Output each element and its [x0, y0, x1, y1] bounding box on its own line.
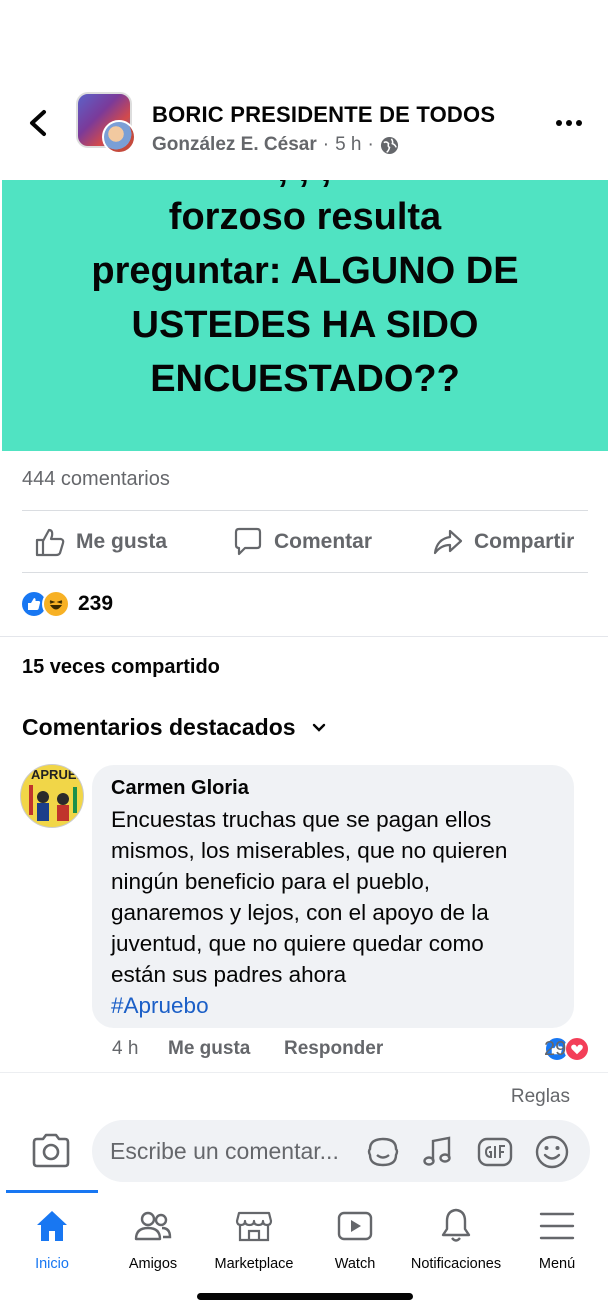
avatar-group[interactable] — [76, 92, 138, 154]
post-text-line: forzoso resulta — [168, 196, 442, 238]
meta-separator: · — [367, 134, 374, 155]
divider — [22, 572, 588, 573]
post-text-line: preguntar: ALGUNO DE — [91, 250, 519, 292]
friends-icon — [134, 1211, 172, 1241]
tab-label: Amigos — [128, 1256, 178, 1272]
comment-text-line: juventud, que no quiere quedar como — [111, 931, 484, 956]
like-button[interactable]: Me gusta — [34, 526, 167, 558]
emoji-icon[interactable] — [533, 1133, 571, 1171]
author-name[interactable]: González E. César — [152, 134, 317, 156]
globe-icon — [380, 136, 398, 154]
music-note-icon[interactable] — [419, 1133, 457, 1171]
shares-count[interactable]: 15 veces compartido — [22, 656, 220, 679]
comment-time[interactable]: 4 h — [112, 1038, 138, 1060]
marketplace-icon — [235, 1211, 273, 1242]
menu-icon — [539, 1212, 575, 1240]
comment-icon — [234, 527, 262, 556]
comment-text-line: ganaremos y lejos, con el apoyo de la — [111, 900, 489, 925]
rules-link[interactable]: Reglas — [511, 1086, 570, 1108]
comment-reactions[interactable]: 29 — [544, 1036, 590, 1062]
commenter-name[interactable]: Carmen Gloria — [111, 777, 556, 800]
tab-label: Menú — [538, 1256, 576, 1272]
comment-reply-button[interactable]: Responder — [284, 1038, 383, 1060]
meta-separator: · — [322, 134, 330, 155]
reactions-summary[interactable]: 239 — [20, 590, 113, 618]
tab-label: Notificaciones — [410, 1256, 502, 1272]
more-options-icon[interactable] — [554, 110, 584, 136]
active-tab-indicator — [6, 1190, 98, 1193]
like-icon — [35, 528, 65, 557]
tab-label: Watch — [334, 1256, 376, 1272]
tab-notificaciones[interactable]: Notificaciones — [401, 1206, 511, 1272]
bell-icon — [441, 1208, 471, 1242]
comment-label: Comentar — [274, 530, 373, 553]
love-reaction-icon — [564, 1036, 590, 1062]
home-indicator[interactable] — [197, 1293, 413, 1300]
tab-inicio[interactable]: Inicio — [0, 1206, 107, 1272]
comment-sort-label: Comentarios destacados — [22, 714, 296, 740]
tab-menu[interactable]: Menú — [502, 1206, 608, 1272]
share-label: Compartir — [474, 530, 575, 553]
post-text-line: ENCUESTADO?? — [150, 358, 460, 400]
bottom-tab-bar: Inicio Amigos Marketplace Watch Notifica… — [0, 1200, 608, 1280]
comment-like-button[interactable]: Me gusta — [168, 1038, 250, 1060]
post-time[interactable]: 5 h — [335, 134, 361, 156]
post-text-partial-line: , , ; — [2, 180, 608, 191]
hashtag-link[interactable]: #Apruebo — [111, 990, 556, 1021]
camera-icon[interactable] — [30, 1132, 72, 1170]
tab-label: Marketplace — [214, 1256, 294, 1272]
comment-composer[interactable] — [92, 1120, 590, 1182]
section-divider — [0, 636, 608, 637]
chevron-down-icon — [312, 723, 325, 732]
post-meta: González E. César · 5 h · — [152, 134, 399, 156]
comment-text-line: mismos, los miserables, que no quieren — [111, 838, 508, 863]
post-text: forzoso resulta preguntar: ALGUNO DE UST… — [25, 190, 585, 406]
reaction-count: 239 — [78, 592, 114, 615]
page-name[interactable]: BORIC PRESIDENTE DE TODOS — [152, 102, 495, 128]
like-label: Me gusta — [76, 530, 168, 553]
comment-text-line: ningún beneficio para el pueblo, — [111, 869, 430, 894]
divider — [0, 1072, 608, 1073]
tab-marketplace[interactable]: Marketplace — [199, 1206, 309, 1272]
comment-text-line: están sus padres ahora — [111, 962, 347, 987]
comment-input[interactable] — [110, 1120, 370, 1182]
share-button[interactable]: Compartir — [432, 526, 574, 558]
comments-count[interactable]: 444 comentarios — [22, 468, 170, 491]
comment-button[interactable]: Comentar — [232, 526, 372, 558]
comment-meta: 4 h Me gusta Responder 29 — [112, 1036, 590, 1064]
post-actions: Me gusta Comentar Compartir — [0, 516, 608, 570]
tab-amigos[interactable]: Amigos — [98, 1206, 208, 1272]
author-avatar[interactable] — [102, 120, 136, 154]
post-background-card[interactable]: , , ; forzoso resulta preguntar: ALGUNO … — [2, 180, 608, 451]
gif-icon[interactable] — [476, 1133, 514, 1171]
share-icon — [433, 529, 463, 555]
haha-reaction-icon — [42, 590, 70, 618]
comment-text-line: Encuestas truchas que se pagan ellos — [111, 807, 492, 832]
divider — [22, 510, 588, 511]
comment-sort-dropdown[interactable]: Comentarios destacados — [22, 714, 328, 741]
back-arrow-icon[interactable] — [22, 106, 56, 140]
commenter-avatar[interactable]: APRUEBO — [20, 764, 84, 828]
post-header: BORIC PRESIDENTE DE TODOS González E. Cé… — [0, 88, 608, 158]
watch-icon — [337, 1211, 373, 1241]
comment-reaction-count: 29 — [544, 1038, 567, 1060]
comment-bubble[interactable]: Carmen Gloria Encuestas truchas que se p… — [92, 765, 574, 1028]
tab-watch[interactable]: Watch — [300, 1206, 410, 1272]
home-icon — [37, 1211, 67, 1241]
tab-label: Inicio — [35, 1256, 69, 1272]
avatar-sticker-icon[interactable] — [364, 1133, 402, 1171]
post-text-line: USTEDES HA SIDO — [131, 304, 479, 346]
